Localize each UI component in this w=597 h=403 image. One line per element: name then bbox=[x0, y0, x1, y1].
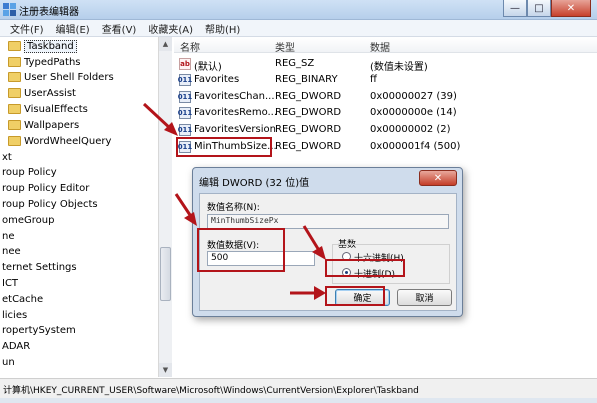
menu-view[interactable]: 查看(V) bbox=[96, 21, 143, 36]
tree-item[interactable]: omeGroup bbox=[2, 212, 54, 228]
scroll-down-icon[interactable]: ▼ bbox=[159, 363, 172, 377]
column-data[interactable]: 数据 bbox=[370, 39, 390, 54]
arrow-to-data-icon bbox=[174, 193, 197, 226]
status-bar-path: 计算机\HKEY_CURRENT_USER\Software\Microsoft… bbox=[0, 378, 597, 398]
list-row[interactable]: 011 FavoritesChan... REG_DWORD 0x0000002… bbox=[174, 89, 597, 105]
tree-item[interactable]: roup Policy Editor bbox=[2, 180, 89, 196]
folder-icon bbox=[8, 72, 21, 82]
tree-item[interactable]: ropertySystem bbox=[2, 322, 76, 338]
tree-item[interactable]: roup Policy bbox=[2, 164, 57, 180]
minimize-button[interactable]: — bbox=[503, 0, 527, 17]
folder-icon bbox=[8, 41, 21, 51]
binary-value-icon: 011 bbox=[177, 74, 193, 86]
folder-icon bbox=[8, 88, 21, 98]
scroll-thumb[interactable] bbox=[160, 247, 171, 301]
menu-edit[interactable]: 编辑(E) bbox=[50, 21, 96, 36]
column-name[interactable]: 名称 bbox=[180, 39, 200, 54]
tree-item[interactable]: WordWheelQuery bbox=[8, 133, 111, 149]
list-row[interactable]: 011 FavoritesRemo... REG_DWORD 0x0000000… bbox=[174, 105, 597, 121]
close-button[interactable]: ✕ bbox=[551, 0, 591, 17]
list-row[interactable]: 011 Favorites REG_BINARY ff bbox=[174, 72, 597, 88]
highlight-value-data bbox=[197, 228, 285, 272]
highlight-ok-button bbox=[325, 286, 385, 306]
tree-item[interactable]: un bbox=[2, 354, 15, 370]
arrow-to-row-icon bbox=[142, 102, 178, 136]
list-row[interactable]: 011 FavoritesVersion REG_DWORD 0x0000000… bbox=[174, 122, 597, 138]
tree-item[interactable]: ICT bbox=[2, 275, 18, 291]
title-bar: 注册表编辑器 — □ ✕ bbox=[0, 0, 597, 20]
menu-help[interactable]: 帮助(H) bbox=[199, 21, 246, 36]
folder-icon bbox=[8, 120, 21, 130]
string-value-icon: ab bbox=[179, 58, 191, 70]
arrow-to-ok-icon bbox=[290, 286, 326, 300]
menu-favorites[interactable]: 收藏夹(A) bbox=[142, 21, 199, 36]
column-type[interactable]: 类型 bbox=[275, 39, 295, 54]
window-bottom-edge bbox=[0, 398, 597, 403]
cancel-button[interactable]: 取消 bbox=[397, 289, 452, 306]
folder-icon bbox=[8, 104, 21, 114]
tree-item[interactable]: xt bbox=[2, 149, 12, 165]
registry-tree[interactable]: Taskband TypedPaths User Shell Folders U… bbox=[0, 37, 172, 377]
tree-item[interactable]: ne bbox=[2, 228, 15, 244]
dialog-close-button[interactable]: ✕ bbox=[419, 170, 457, 186]
highlight-decimal-radio bbox=[325, 259, 405, 277]
window-title: 注册表编辑器 bbox=[19, 7, 79, 18]
tree-item-taskband[interactable]: Taskband bbox=[8, 38, 77, 54]
folder-icon bbox=[8, 57, 21, 67]
tree-item[interactable]: Wallpapers bbox=[8, 117, 79, 133]
tree-item[interactable]: roup Policy Objects bbox=[2, 196, 98, 212]
tree-item[interactable]: ternet Settings bbox=[2, 259, 77, 275]
value-name-label: 数值名称(N): bbox=[207, 203, 260, 213]
registry-editor-icon bbox=[3, 3, 16, 16]
tree-item[interactable]: licies bbox=[2, 307, 27, 323]
menu-file[interactable]: 文件(F) bbox=[4, 21, 50, 36]
menu-bar: 文件(F) 编辑(E) 查看(V) 收藏夹(A) 帮助(H) bbox=[0, 20, 597, 37]
folder-icon bbox=[8, 136, 21, 146]
arrow-to-decimal-icon bbox=[302, 225, 326, 260]
list-row-default[interactable]: ab (默认) REG_SZ (数值未设置) bbox=[174, 56, 597, 73]
tree-item[interactable]: VisualEffects bbox=[8, 101, 88, 117]
maximize-button[interactable]: □ bbox=[527, 0, 551, 17]
highlight-minthumbsize bbox=[176, 137, 272, 157]
tree-item[interactable]: ADAR bbox=[2, 338, 30, 354]
list-header: 名称 类型 数据 bbox=[174, 37, 597, 54]
tree-item[interactable]: User Shell Folders bbox=[8, 69, 114, 85]
tree-item[interactable]: etCache bbox=[2, 291, 43, 307]
tree-item[interactable]: nee bbox=[2, 243, 21, 259]
tree-item[interactable]: TypedPaths bbox=[8, 54, 81, 70]
tree-item[interactable]: UserAssist bbox=[8, 85, 76, 101]
scroll-up-icon[interactable]: ▲ bbox=[159, 37, 172, 51]
window-controls: — □ ✕ bbox=[503, 0, 591, 18]
dialog-title: 编辑 DWORD (32 位)值 bbox=[199, 178, 310, 189]
